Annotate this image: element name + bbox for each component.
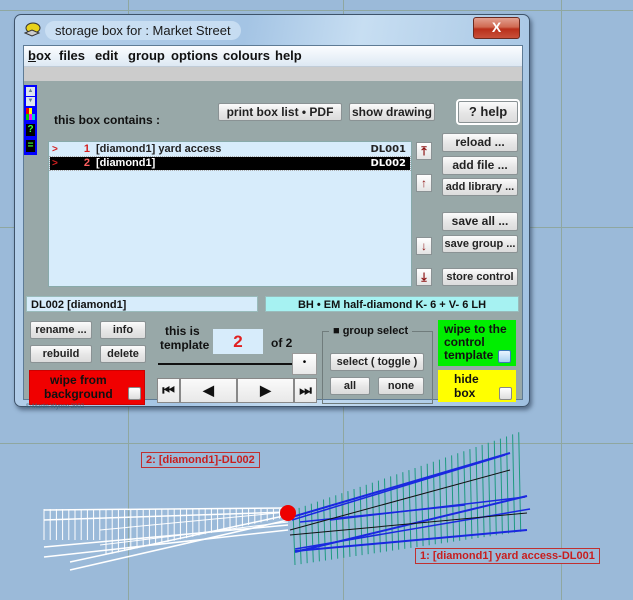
sleeper <box>487 442 491 537</box>
centre-line <box>289 512 528 536</box>
sleeper <box>304 505 308 564</box>
sleeper <box>518 432 522 532</box>
track-drawing[interactable] <box>0 0 633 600</box>
sleeper <box>475 446 479 539</box>
sleeper <box>451 455 455 542</box>
sleeper <box>493 440 497 536</box>
sleeper <box>463 451 467 540</box>
sleeper <box>469 449 473 539</box>
sleeper <box>506 436 509 534</box>
sleeper <box>445 457 448 543</box>
sleeper <box>438 459 442 544</box>
rail <box>43 507 289 511</box>
peg-marker[interactable] <box>280 505 296 521</box>
rail <box>291 454 506 521</box>
sleeper <box>298 507 302 565</box>
template-2-label[interactable]: 2: [diamond1]-DL002 <box>141 452 260 468</box>
sleeper <box>512 434 516 533</box>
sleeper <box>457 453 461 541</box>
sleeper <box>481 444 485 538</box>
sleeper <box>316 501 320 562</box>
template-1-label[interactable]: 1: [diamond1] yard access-DL001 <box>415 548 600 564</box>
sleeper <box>499 438 503 535</box>
